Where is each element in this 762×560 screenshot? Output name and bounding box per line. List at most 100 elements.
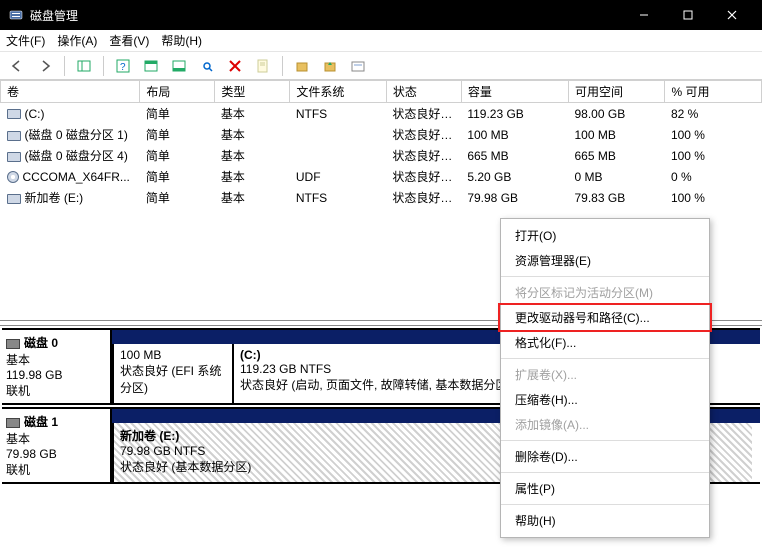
svg-text:?: ? xyxy=(120,62,126,73)
volume-table[interactable]: 卷 布局 类型 文件系统 状态 容量 可用空间 % 可用 (C:)简单基本NTF… xyxy=(0,80,762,208)
volume-status: 状态良好 (... xyxy=(386,166,461,187)
col-status[interactable]: 状态 xyxy=(386,81,461,103)
ctx-delete-volume[interactable]: 删除卷(D)... xyxy=(501,444,709,469)
ctx-properties[interactable]: 属性(P) xyxy=(501,476,709,501)
disk-type: 基本 xyxy=(6,351,106,368)
window-title: 磁盘管理 xyxy=(30,7,622,24)
ctx-open[interactable]: 打开(O) xyxy=(501,223,709,248)
minimize-button[interactable] xyxy=(622,0,666,30)
col-capacity[interactable]: 容量 xyxy=(461,81,568,103)
volume-status: 状态良好 (... xyxy=(386,145,461,166)
ctx-format[interactable]: 格式化(F)... xyxy=(501,330,709,355)
volume-free: 0 MB xyxy=(569,166,665,187)
partition[interactable]: 100 MB状态良好 (EFI 系统分区) xyxy=(112,344,232,403)
ctx-extend: 扩展卷(X)... xyxy=(501,362,709,387)
context-menu: 打开(O) 资源管理器(E) 将分区标记为活动分区(M) 更改驱动器号和路径(C… xyxy=(500,218,710,538)
menu-action[interactable]: 操作(A) xyxy=(57,32,97,49)
volume-free: 100 MB xyxy=(569,124,665,145)
properties-button[interactable] xyxy=(252,55,274,77)
volume-name: 新加卷 (E:) xyxy=(25,191,84,205)
disk-type: 基本 xyxy=(6,430,106,447)
col-volume[interactable]: 卷 xyxy=(1,81,140,103)
disk-size: 119.98 GB xyxy=(6,368,106,382)
ctx-mark-active: 将分区标记为活动分区(M) xyxy=(501,280,709,305)
volume-free: 79.83 GB xyxy=(569,187,665,208)
ctx-separator xyxy=(501,472,709,473)
volume-percent: 82 % xyxy=(665,103,762,125)
disk-icon xyxy=(7,131,21,141)
delete-button[interactable] xyxy=(224,55,246,77)
volume-percent: 100 % xyxy=(665,124,762,145)
cd-icon xyxy=(7,171,19,183)
volume-fs xyxy=(290,124,386,145)
volume-layout: 简单 xyxy=(140,166,215,187)
menu-file[interactable]: 文件(F) xyxy=(6,32,45,49)
menu-help[interactable]: 帮助(H) xyxy=(161,32,202,49)
toolbar-separator xyxy=(103,56,104,76)
volume-fs: UDF xyxy=(290,166,386,187)
ctx-separator xyxy=(501,440,709,441)
table-row[interactable]: (C:)简单基本NTFS状态良好 (...119.23 GB98.00 GB82… xyxy=(1,103,762,125)
volume-capacity: 79.98 GB xyxy=(461,187,568,208)
volume-fs: NTFS xyxy=(290,103,386,125)
volume-fs xyxy=(290,145,386,166)
disk-icon xyxy=(6,339,20,349)
ctx-help[interactable]: 帮助(H) xyxy=(501,508,709,533)
volume-type: 基本 xyxy=(215,124,290,145)
action2-button[interactable] xyxy=(319,55,341,77)
col-layout[interactable]: 布局 xyxy=(140,81,215,103)
volume-type: 基本 xyxy=(215,187,290,208)
col-percent[interactable]: % 可用 xyxy=(665,81,762,103)
col-filesystem[interactable]: 文件系统 xyxy=(290,81,386,103)
view-top-button[interactable] xyxy=(140,55,162,77)
table-row[interactable]: CCCOMA_X64FR... 简单基本UDF状态良好 (...5.20 GB0 … xyxy=(1,166,762,187)
disk-icon xyxy=(7,194,21,204)
ctx-separator xyxy=(501,504,709,505)
table-row[interactable]: 新加卷 (E:)简单基本NTFS状态良好 (...79.98 GB79.83 G… xyxy=(1,187,762,208)
volume-layout: 简单 xyxy=(140,103,215,125)
ctx-explorer[interactable]: 资源管理器(E) xyxy=(501,248,709,273)
table-row[interactable]: (磁盘 0 磁盘分区 1)简单基本状态良好 (...100 MB100 MB10… xyxy=(1,124,762,145)
volume-layout: 简单 xyxy=(140,124,215,145)
close-button[interactable] xyxy=(710,0,754,30)
col-free[interactable]: 可用空间 xyxy=(569,81,665,103)
volume-name: (磁盘 0 磁盘分区 4) xyxy=(25,149,128,163)
ctx-separator xyxy=(501,276,709,277)
ctx-shrink[interactable]: 压缩卷(H)... xyxy=(501,387,709,412)
help-button[interactable]: ? xyxy=(112,55,134,77)
forward-button[interactable] xyxy=(34,55,56,77)
table-row[interactable]: (磁盘 0 磁盘分区 4)简单基本状态良好 (...665 MB665 MB10… xyxy=(1,145,762,166)
ctx-separator xyxy=(501,358,709,359)
action1-button[interactable] xyxy=(291,55,313,77)
disk-name: 磁盘 1 xyxy=(24,415,58,429)
volume-layout: 简单 xyxy=(140,145,215,166)
volume-name: CCCOMA_X64FR... xyxy=(23,170,130,184)
volume-percent: 100 % xyxy=(665,187,762,208)
volume-capacity: 5.20 GB xyxy=(461,166,568,187)
action3-button[interactable] xyxy=(347,55,369,77)
app-icon xyxy=(8,7,24,23)
maximize-button[interactable] xyxy=(666,0,710,30)
show-hide-tree-button[interactable] xyxy=(73,55,95,77)
volume-status: 状态良好 (... xyxy=(386,103,461,125)
volume-capacity: 119.23 GB xyxy=(461,103,568,125)
volume-type: 基本 xyxy=(215,145,290,166)
volume-name: (C:) xyxy=(25,107,45,121)
disk-info[interactable]: 磁盘 1基本79.98 GB联机 xyxy=(2,409,112,482)
menu-view[interactable]: 查看(V) xyxy=(109,32,149,49)
col-type[interactable]: 类型 xyxy=(215,81,290,103)
view-bottom-button[interactable] xyxy=(168,55,190,77)
back-button[interactable] xyxy=(6,55,28,77)
volume-free: 665 MB xyxy=(569,145,665,166)
volume-capacity: 100 MB xyxy=(461,124,568,145)
volume-fs: NTFS xyxy=(290,187,386,208)
volume-status: 状态良好 (... xyxy=(386,187,461,208)
disk-icon xyxy=(7,152,21,162)
disk-info[interactable]: 磁盘 0基本119.98 GB联机 xyxy=(2,330,112,403)
volume-status: 状态良好 (... xyxy=(386,124,461,145)
volume-name: (磁盘 0 磁盘分区 1) xyxy=(25,128,128,142)
volume-type: 基本 xyxy=(215,166,290,187)
ctx-change-drive-letter[interactable]: 更改驱动器号和路径(C)... xyxy=(501,305,709,330)
settings-button[interactable] xyxy=(196,55,218,77)
partition-status: 状态良好 (EFI 系统分区) xyxy=(120,362,226,396)
